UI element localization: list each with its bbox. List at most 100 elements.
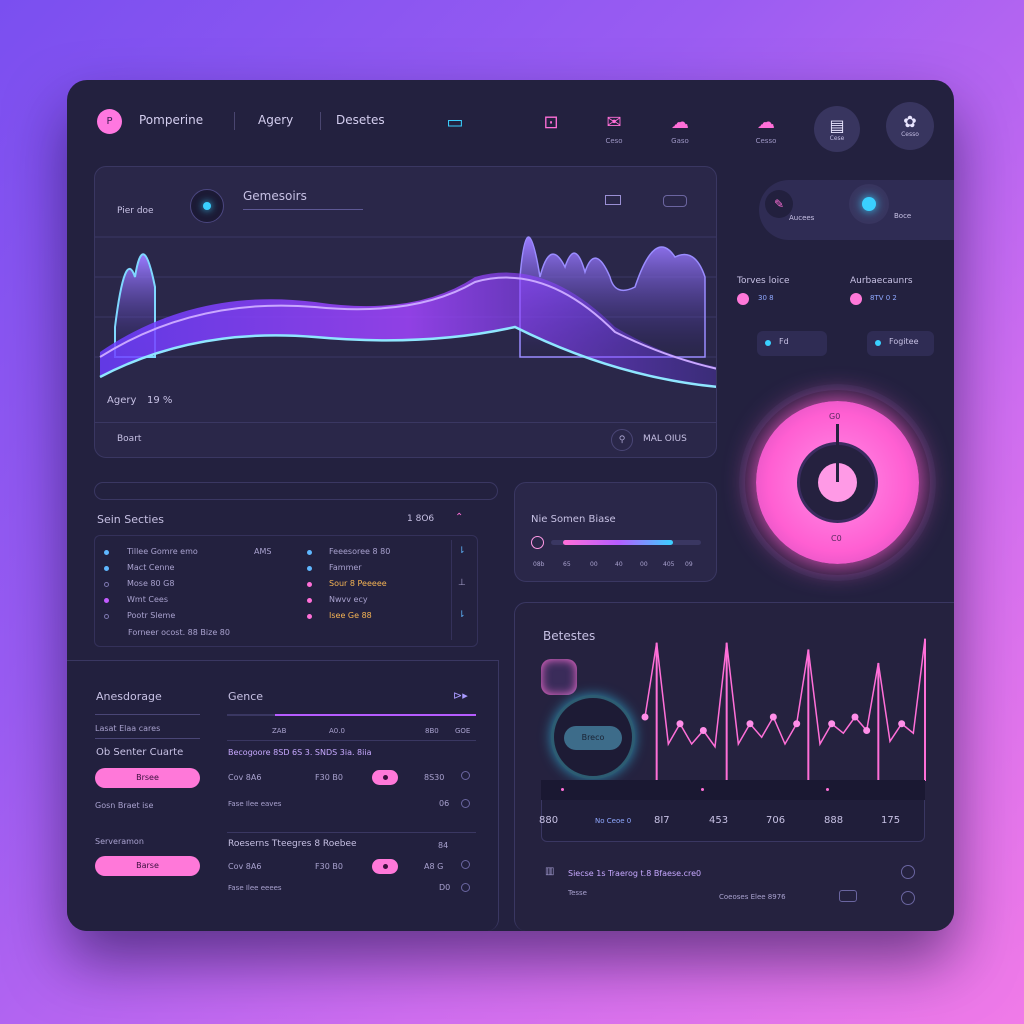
mini-tick: 09 [685, 561, 693, 568]
row-dot [307, 566, 312, 571]
settings-sub1: Lasat Elaa cares [95, 724, 161, 733]
chart-series-line [644, 638, 926, 749]
arrow-icon[interactable]: ⊥ [458, 578, 466, 588]
series-right-row[interactable]: Fammer [329, 563, 362, 572]
series-left-row[interactable]: Pootr Sleme [127, 611, 175, 620]
genre-row1-sub-val: 06 [439, 799, 450, 808]
series-left-row[interactable]: Tillee Gomre emo [127, 547, 198, 556]
chart-point[interactable] [863, 727, 871, 734]
mini-title: Nie Somen Biase [531, 514, 616, 525]
chevron-up-icon[interactable]: ⌃ [455, 512, 463, 523]
cloud-alt-icon[interactable]: ☁ Cesso [744, 112, 788, 145]
chip-label: Fd [779, 337, 789, 346]
globe-icon[interactable] [849, 184, 889, 224]
mini-tick: 00 [590, 561, 598, 568]
row-dot [307, 582, 312, 587]
toggle1-label: Aucees [789, 214, 815, 222]
plant-icon[interactable]: ✿ Cesso [886, 102, 934, 150]
genre-divider [227, 832, 476, 833]
checkbox-icon[interactable] [839, 890, 857, 902]
series-left-row[interactable]: Wmt Cees [127, 595, 168, 604]
radio-icon[interactable] [461, 799, 470, 808]
radio-icon[interactable] [901, 865, 915, 879]
chart-point[interactable] [699, 727, 707, 734]
search-icon[interactable]: ⚲ [611, 429, 633, 451]
cloud-icon[interactable]: ☁ Gaso [658, 112, 702, 145]
quick-toggles: ✎ Aucees Boce [759, 180, 954, 240]
series-search-bar[interactable] [94, 482, 498, 500]
nav-item-agery[interactable]: Agery [258, 113, 293, 127]
mini-indicator[interactable] [531, 536, 544, 549]
chart-point[interactable] [769, 713, 777, 721]
title-underline [243, 209, 363, 210]
chart-point[interactable] [828, 720, 836, 728]
row-dot [104, 614, 109, 619]
settings-divider [95, 714, 200, 715]
speaker-icon[interactable] [541, 659, 577, 695]
chart-point[interactable] [898, 720, 906, 728]
settings-button1[interactable]: Brsee [95, 768, 200, 788]
box-icon[interactable]: ▤ Cese [814, 106, 860, 152]
bars-chart [641, 638, 926, 781]
mini-panel: Nie Somen Biase 08b 65 00 40 00 405 09 [514, 482, 717, 582]
genre-row2-toggle[interactable] [372, 859, 398, 874]
toggle-icon[interactable] [663, 195, 687, 207]
arrow-icon[interactable]: ⇂ [458, 610, 466, 620]
chart-point[interactable] [641, 713, 649, 721]
genre-head-value: 8B0 [425, 727, 439, 735]
settings-button2[interactable]: Barse [95, 856, 200, 876]
bars-panel: Betestes Breco 880 No Ceoe 0 8I7 453 706… [514, 602, 954, 931]
genre-head-value: GOE [455, 727, 471, 735]
chip-fd[interactable]: Fd [757, 331, 827, 356]
list-icon[interactable]: ▥ [545, 866, 554, 877]
arrow-icon[interactable]: ⇂ [458, 546, 466, 556]
stat1-value: 30 8 [758, 294, 774, 302]
volume-knob[interactable]: G0 C0 [739, 384, 936, 581]
window-icon[interactable] [605, 195, 621, 205]
radio-icon[interactable] [461, 883, 470, 892]
nav-divider [234, 112, 235, 130]
nav-divider [320, 112, 321, 130]
series-right-row[interactable]: Isee Ge 88 [329, 611, 372, 620]
mini-tick: 40 [615, 561, 623, 568]
genre-row2-sub: Fase Ilee eeees [228, 884, 282, 892]
play-forward-icon[interactable]: ⊳▸ [453, 689, 468, 702]
genre-row1-toggle[interactable] [372, 770, 398, 785]
nav-item-desetes[interactable]: Desetes [336, 113, 385, 127]
series-right-row[interactable]: Feeesoree 8 80 [329, 547, 390, 556]
bars-footer-sub: Tesse [568, 889, 587, 897]
series-right-value: 1 8O6 [407, 514, 435, 524]
row-dot [104, 566, 109, 571]
series-left-row[interactable]: Mact Cenne [127, 563, 174, 572]
radio-icon[interactable] [461, 860, 470, 869]
genre-row1-cell: F30 B0 [315, 773, 343, 782]
chat-icon[interactable]: ✉ Ceso [592, 112, 636, 145]
chip-fogitee[interactable]: Fogitee [867, 331, 934, 356]
radio-icon[interactable] [901, 891, 915, 905]
row-dot [307, 614, 312, 619]
series-right-row[interactable]: Nwvv ecy [329, 595, 368, 604]
chart-point[interactable] [793, 720, 801, 728]
genre-title: Gence [228, 690, 264, 703]
stat1-title: Torves loice [737, 276, 790, 286]
settings-title: Anesdorage [96, 690, 162, 703]
wave-footer-right: MAL OIUS [643, 434, 687, 444]
series-right-row[interactable]: Sour 8 Peeeee [329, 579, 387, 588]
settings-sub2: Gosn Braet ise [95, 801, 154, 810]
series-left-row[interactable]: Mose 80 G8 [127, 579, 174, 588]
stat-marker [826, 788, 829, 791]
chart-point[interactable] [676, 720, 684, 728]
app-logo[interactable]: P [97, 109, 122, 134]
bars-title: Betestes [543, 629, 596, 643]
device-dial[interactable]: Breco [551, 695, 635, 779]
table-divider [451, 540, 452, 640]
car-icon[interactable]: ⊡ [529, 112, 573, 134]
meter-icon[interactable]: ▭ [433, 112, 477, 134]
mini-tick: 00 [640, 561, 648, 568]
stat2-dot [850, 293, 862, 305]
chart-point[interactable] [851, 713, 859, 721]
radio-icon[interactable] [461, 771, 470, 780]
wave-panel: Pier doe Gemesoirs Agery 19 % Boart ⚲ MA… [94, 166, 717, 458]
chart-point[interactable] [746, 720, 754, 728]
genre-row1-title: Becogoore 8SD 6S 3. SNDS 3ia. 8iia [228, 748, 372, 757]
